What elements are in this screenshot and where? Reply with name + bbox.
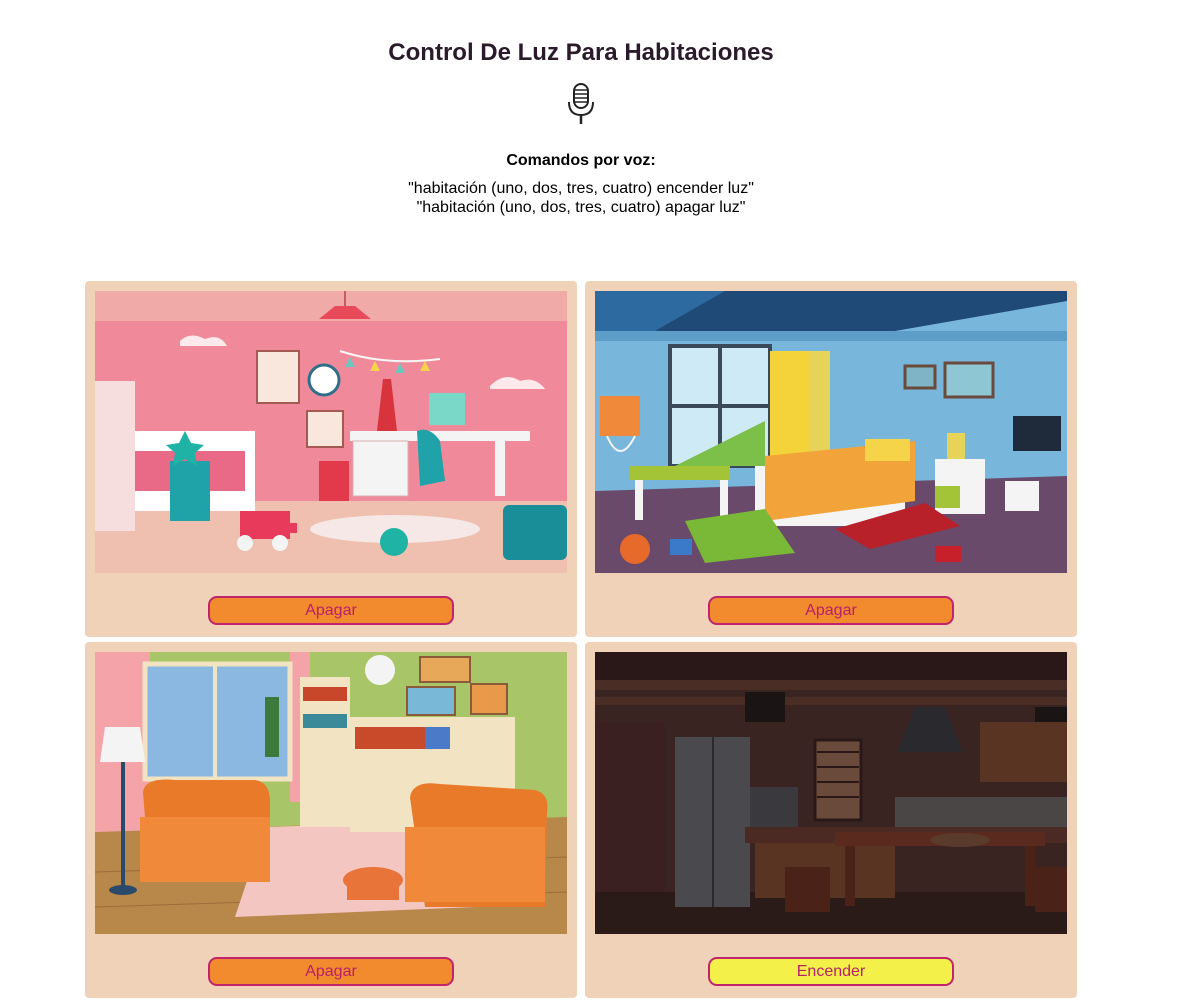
room-3-toggle-button[interactable]: Apagar xyxy=(208,957,454,986)
room-card-3: Apagar xyxy=(85,642,577,998)
room-4-toggle-button[interactable]: Encender xyxy=(708,957,954,986)
room-3-image xyxy=(95,652,567,934)
voice-command-off: "habitación (uno, dos, tres, cuatro) apa… xyxy=(416,199,746,216)
room-2-image xyxy=(595,291,1067,573)
room-1-image xyxy=(95,291,567,573)
voice-commands-heading: Comandos por voz: xyxy=(506,152,656,169)
room-card-4: Encender xyxy=(585,642,1077,998)
voice-command-on: "habitación (uno, dos, tres, cuatro) enc… xyxy=(408,180,754,197)
microphone-icon[interactable] xyxy=(563,82,599,126)
room-card-2: Apagar xyxy=(585,281,1077,637)
room-1-toggle-button[interactable]: Apagar xyxy=(208,596,454,625)
room-4-image xyxy=(595,652,1067,934)
page-title: Control De Luz Para Habitaciones xyxy=(388,39,774,66)
room-2-toggle-button[interactable]: Apagar xyxy=(708,596,954,625)
room-card-1: Apagar xyxy=(85,281,577,637)
